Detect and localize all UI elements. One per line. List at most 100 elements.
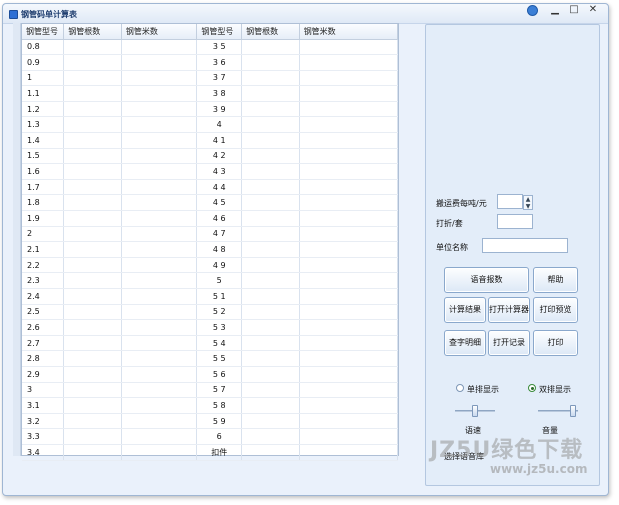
table-cell[interactable]	[63, 148, 122, 165]
calc-result-button[interactable]: 计算结果	[444, 297, 486, 323]
table-cell[interactable]: 1.6	[22, 163, 65, 180]
spin-up-icon[interactable]: ▲	[524, 196, 532, 203]
skin-icon[interactable]	[527, 5, 538, 16]
table-cell[interactable]: 扣件	[196, 444, 243, 461]
table-cell[interactable]	[121, 54, 198, 71]
table-cell[interactable]	[121, 163, 198, 180]
table-cell[interactable]	[121, 179, 198, 196]
table-row[interactable]: 1.2 3 9	[22, 101, 399, 118]
table-cell[interactable]	[121, 241, 198, 258]
table-row[interactable]: 2.6 5 3	[22, 319, 399, 336]
table-cell[interactable]	[241, 397, 300, 414]
table-cell[interactable]	[241, 241, 300, 258]
table-cell[interactable]: 4 4	[196, 179, 243, 196]
table-cell[interactable]: 4 5	[196, 194, 243, 212]
table-cell[interactable]: 4 1	[196, 132, 243, 149]
table-cell[interactable]	[63, 272, 122, 289]
table-cell[interactable]	[63, 132, 122, 149]
table-cell[interactable]	[299, 350, 399, 367]
table-cell[interactable]: 4 9	[196, 257, 243, 274]
table-cell[interactable]	[299, 163, 399, 180]
table-cell[interactable]	[299, 101, 399, 118]
table-cell[interactable]	[63, 226, 122, 243]
table-cell[interactable]	[63, 241, 122, 258]
table-cell[interactable]: 4 2	[196, 148, 243, 165]
table-cell[interactable]: 1.5	[22, 148, 65, 165]
table-cell[interactable]	[121, 257, 198, 274]
table-cell[interactable]	[241, 335, 300, 352]
table-cell[interactable]	[241, 257, 300, 274]
table-cell[interactable]	[299, 226, 399, 243]
table-cell[interactable]: 6	[196, 428, 243, 445]
view-detail-button[interactable]: 查字明细	[444, 330, 486, 356]
table-row[interactable]: 1.7 4 4	[22, 179, 399, 196]
table-cell[interactable]	[121, 272, 198, 289]
table-cell[interactable]	[241, 350, 300, 367]
table-cell[interactable]	[241, 413, 300, 430]
table-row[interactable]: 1.5 4 2	[22, 148, 399, 165]
table-cell[interactable]: 5 9	[196, 413, 243, 430]
table-cell[interactable]	[121, 288, 198, 305]
table-cell[interactable]: 2.5	[22, 304, 65, 321]
table-cell[interactable]	[241, 116, 300, 134]
table-cell[interactable]: 3.4	[22, 444, 65, 461]
table-cell[interactable]: 2.7	[22, 335, 65, 352]
table-cell[interactable]	[241, 226, 300, 243]
table-cell[interactable]	[241, 101, 300, 118]
table-cell[interactable]	[299, 382, 399, 399]
table-cell[interactable]	[299, 288, 399, 305]
col-header-pipe-count-2[interactable]: 钢管根数	[241, 24, 300, 40]
table-cell[interactable]	[121, 335, 198, 352]
table-cell[interactable]	[241, 210, 300, 227]
table-cell[interactable]	[241, 194, 300, 212]
table-cell[interactable]	[63, 70, 122, 87]
table-cell[interactable]: 1.3	[22, 116, 65, 134]
table-cell[interactable]	[63, 210, 122, 227]
table-cell[interactable]	[121, 39, 198, 56]
table-cell[interactable]	[241, 319, 300, 336]
table-row[interactable]: 2.3 5	[22, 272, 399, 289]
table-cell[interactable]: 2.3	[22, 272, 65, 289]
table-cell[interactable]: 5 4	[196, 335, 243, 352]
table-cell[interactable]: 2.8	[22, 350, 65, 367]
table-cell[interactable]: 3 8	[196, 85, 243, 102]
table-cell[interactable]: 2.1	[22, 241, 65, 258]
table-cell[interactable]	[241, 444, 300, 461]
table-cell[interactable]	[241, 85, 300, 102]
table-cell[interactable]	[63, 163, 122, 180]
table-cell[interactable]: 1	[22, 70, 65, 87]
table-cell[interactable]	[63, 350, 122, 367]
table-cell[interactable]	[299, 194, 399, 212]
spin-down-icon[interactable]: ▼	[524, 203, 532, 210]
table-cell[interactable]	[63, 304, 122, 321]
table-cell[interactable]	[63, 397, 122, 414]
title-bar[interactable]: 钢管码单计算表	[3, 4, 608, 24]
table-cell[interactable]	[241, 428, 300, 445]
table-cell[interactable]: 4	[196, 116, 243, 134]
table-cell[interactable]	[121, 101, 198, 118]
table-row[interactable]: 2.4 5 1	[22, 288, 399, 305]
table-row[interactable]: 2 4 7	[22, 226, 399, 243]
table-cell[interactable]	[241, 163, 300, 180]
table-row[interactable]: 1.6 4 3	[22, 163, 399, 180]
discount-input[interactable]	[497, 214, 533, 229]
company-input[interactable]	[482, 238, 568, 253]
table-cell[interactable]	[121, 148, 198, 165]
table-cell[interactable]	[299, 70, 399, 87]
table-cell[interactable]	[63, 179, 122, 196]
table-cell[interactable]	[241, 272, 300, 289]
table-cell[interactable]: 4 8	[196, 241, 243, 258]
table-cell[interactable]: 1.2	[22, 101, 65, 118]
table-cell[interactable]	[299, 39, 399, 56]
table-cell[interactable]	[299, 210, 399, 227]
table-cell[interactable]	[121, 366, 198, 383]
table-cell[interactable]	[299, 241, 399, 258]
table-cell[interactable]	[121, 428, 198, 445]
table-cell[interactable]	[63, 54, 122, 71]
table-cell[interactable]: 4 6	[196, 210, 243, 227]
table-cell[interactable]	[63, 288, 122, 305]
table-cell[interactable]: 3.2	[22, 413, 65, 430]
table-cell[interactable]: 3.1	[22, 397, 65, 414]
table-cell[interactable]	[121, 319, 198, 336]
table-row[interactable]: 2.7 5 4	[22, 335, 399, 352]
